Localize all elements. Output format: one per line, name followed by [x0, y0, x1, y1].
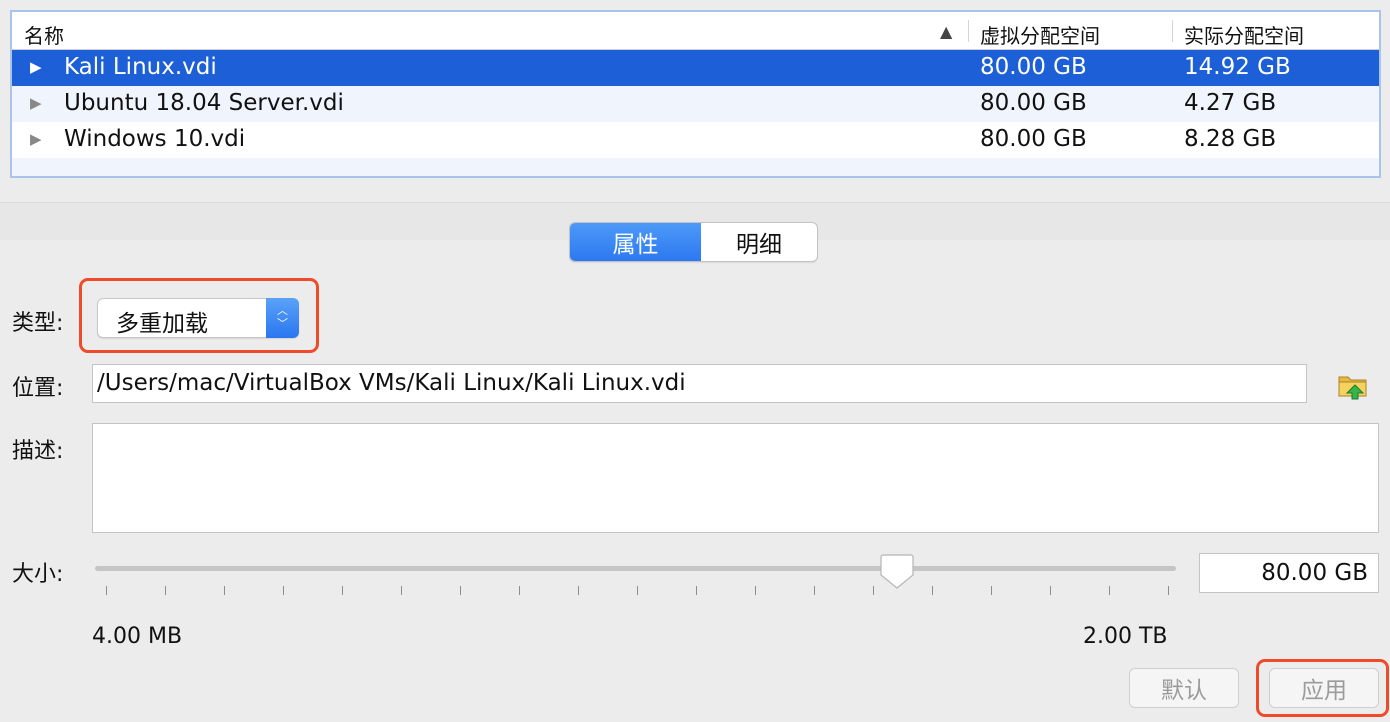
tab-control: 属性 明细 — [569, 222, 818, 262]
location-field[interactable]: /Users/mac/VirtualBox VMs/Kali Linux/Kal… — [92, 364, 1307, 403]
disk-name: Windows 10.vdi — [64, 126, 246, 152]
tab-details[interactable]: 明细 — [701, 223, 817, 261]
folder-browse-icon[interactable] — [1336, 368, 1370, 402]
slider-tick — [991, 586, 992, 595]
slider-tick — [342, 586, 343, 595]
slider-tick — [460, 586, 461, 595]
disk-name: Kali Linux.vdi — [64, 54, 217, 80]
slider-tick — [1168, 586, 1169, 595]
apply-button[interactable]: 应用 — [1269, 668, 1379, 708]
column-header-name[interactable]: 名称 — [24, 20, 64, 49]
size-max-label: 2.00 TB — [1083, 624, 1168, 649]
size-min-label: 4.00 MB — [92, 624, 183, 649]
slider-tick — [873, 586, 874, 595]
description-field[interactable] — [92, 423, 1379, 533]
slider-tick — [519, 586, 520, 595]
slider-tick — [1109, 586, 1110, 595]
slider-tick — [106, 586, 107, 595]
disk-name: Ubuntu 18.04 Server.vdi — [64, 90, 344, 116]
slider-tick — [283, 586, 284, 595]
sort-ascending-icon[interactable]: ▲ — [940, 22, 952, 41]
type-select-value: 多重加载 — [116, 311, 208, 337]
slider-tick — [401, 586, 402, 595]
expand-triangle-icon[interactable]: ▶ — [30, 94, 42, 112]
size-label: 大小: — [12, 562, 64, 587]
disk-table: 名称 ▲ 虚拟分配空间 实际分配空间 ▶ Kali Linux.vdi 80.0… — [10, 10, 1381, 178]
table-header: 名称 ▲ 虚拟分配空间 实际分配空间 — [12, 12, 1379, 50]
size-input[interactable]: 80.00 GB — [1199, 553, 1379, 593]
virtual-size: 80.00 GB — [980, 54, 1087, 80]
table-row-empty — [12, 158, 1379, 176]
reset-button[interactable]: 默认 — [1129, 668, 1239, 708]
virtual-size: 80.00 GB — [980, 90, 1087, 116]
slider-tick — [224, 586, 225, 595]
chevron-up-down-icon[interactable]: ︿ ﹀ — [266, 298, 299, 338]
slider-tick — [696, 586, 697, 595]
column-header-actual-size[interactable]: 实际分配空间 — [1184, 20, 1304, 49]
actual-size: 14.92 GB — [1184, 54, 1291, 80]
slider-tick — [1050, 586, 1051, 595]
slider-tick — [932, 586, 933, 595]
slider-tick — [755, 586, 756, 595]
table-row[interactable]: ▶ Kali Linux.vdi 80.00 GB 14.92 GB — [12, 50, 1379, 86]
actual-size: 4.27 GB — [1184, 90, 1277, 116]
actual-size: 8.28 GB — [1184, 126, 1277, 152]
size-slider-track[interactable] — [95, 566, 1176, 571]
table-row[interactable]: ▶ Ubuntu 18.04 Server.vdi 80.00 GB 4.27 … — [12, 86, 1379, 122]
tab-properties[interactable]: 属性 — [570, 223, 701, 261]
slider-tick — [637, 586, 638, 595]
size-slider-thumb[interactable] — [880, 553, 914, 589]
virtual-size: 80.00 GB — [980, 126, 1087, 152]
expand-triangle-icon[interactable]: ▶ — [30, 130, 42, 148]
location-label: 位置: — [12, 376, 64, 401]
column-separator — [1172, 20, 1173, 42]
type-select[interactable]: 多重加载 ︿ ﹀ — [97, 298, 299, 338]
slider-tick — [814, 586, 815, 595]
table-row[interactable]: ▶ Windows 10.vdi 80.00 GB 8.28 GB — [12, 122, 1379, 158]
column-separator — [968, 20, 969, 42]
description-label: 描述: — [12, 439, 64, 464]
expand-triangle-icon[interactable]: ▶ — [30, 58, 42, 76]
column-header-virtual-size[interactable]: 虚拟分配空间 — [980, 20, 1100, 49]
slider-tick — [578, 586, 579, 595]
type-label: 类型: — [12, 311, 64, 336]
slider-tick — [165, 586, 166, 595]
